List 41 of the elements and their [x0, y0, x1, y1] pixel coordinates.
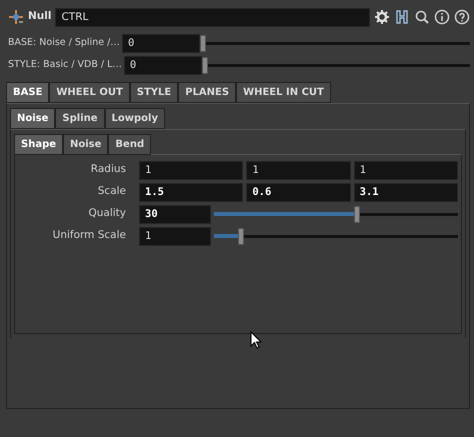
gear-icon[interactable]: [374, 9, 390, 25]
slider-track[interactable]: [214, 205, 458, 223]
param-label: Scale: [96, 184, 127, 200]
tab[interactable]: STYLE: [130, 82, 178, 103]
param-label: Quality: [87, 206, 127, 222]
value-field[interactable]: 1.5: [139, 182, 244, 202]
help-icon[interactable]: [454, 9, 470, 25]
value-field[interactable]: 1: [354, 160, 458, 180]
slider-handle[interactable]: [354, 206, 360, 223]
param-label: BASE: Noise / Spline /…: [8, 36, 121, 50]
tab[interactable]: Spline: [55, 108, 105, 129]
tab[interactable]: Noise: [10, 108, 56, 129]
tab[interactable]: BASE: [6, 82, 50, 103]
tab[interactable]: Bend: [108, 134, 152, 155]
value-field[interactable]: 30: [139, 204, 211, 224]
slider-handle[interactable]: [200, 35, 206, 52]
node-icon[interactable]: [8, 9, 24, 25]
mouse-pointer-icon: [250, 331, 262, 349]
tab[interactable]: Lowpoly: [104, 108, 165, 129]
tab[interactable]: Noise: [63, 134, 108, 155]
value-field[interactable]: 1: [139, 226, 211, 246]
value-field[interactable]: 3.1: [354, 182, 458, 202]
param-label: Uniform Scale: [52, 228, 127, 244]
tab[interactable]: WHEEL IN CUT: [236, 82, 331, 103]
node-name-field[interactable]: CTRL: [55, 8, 370, 26]
info-icon[interactable]: [434, 9, 450, 25]
slider-handle[interactable]: [238, 228, 244, 245]
value-field[interactable]: 0.6: [246, 182, 351, 202]
tab[interactable]: WHEEL OUT: [49, 82, 130, 103]
param-label: STYLE: Basic / VDB / L…: [8, 58, 123, 72]
value-field[interactable]: 1: [139, 160, 244, 180]
value-field[interactable]: 0: [124, 56, 202, 74]
tab[interactable]: PLANES: [178, 82, 236, 103]
slider-track[interactable]: [214, 227, 458, 245]
node-type-label: Null: [28, 9, 52, 24]
h-logo-icon[interactable]: [394, 9, 410, 25]
param-label: Radius: [90, 162, 127, 178]
value-field[interactable]: 0: [122, 34, 200, 52]
value-field[interactable]: 1: [246, 160, 351, 180]
tab[interactable]: Shape: [14, 134, 64, 155]
search-icon[interactable]: [414, 9, 430, 25]
